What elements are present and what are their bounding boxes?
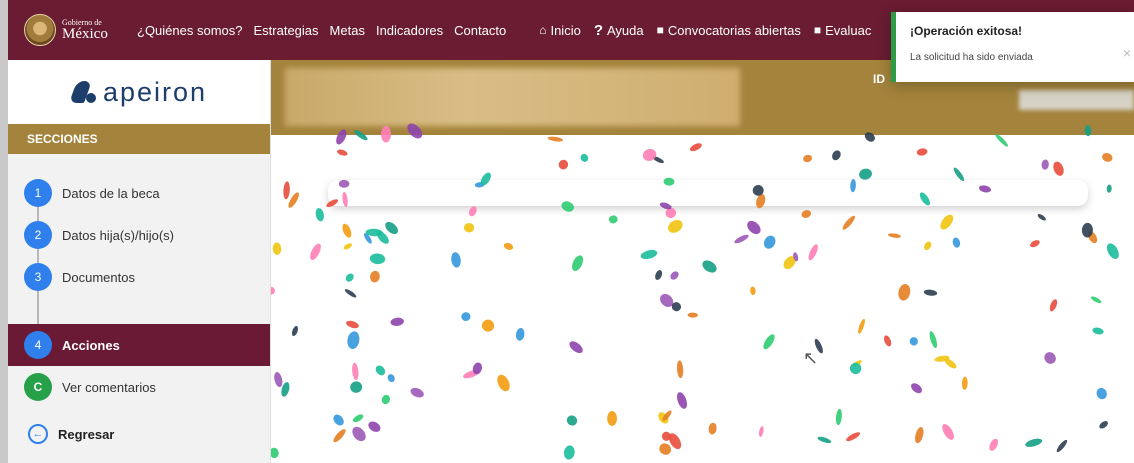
step-number: C [24,373,52,401]
brand-name: apeiron [102,76,208,107]
step-label: Datos hija(s)/hijo(s) [62,227,174,243]
step-number: 3 [24,263,52,291]
toast-message: La solicitud ha sido enviada [910,52,1033,63]
help-icon: ? [593,21,603,39]
app-frame: Gobierno de México ¿Quiénes somos? Estra… [8,0,1134,463]
step-label: Datos de la beca [62,185,160,201]
nav-metas[interactable]: Metas [330,23,365,38]
step-label: Documentos [62,269,135,285]
book-icon: ■ [813,23,822,37]
logo-big-text: México [62,25,108,42]
content-card [328,180,1088,206]
step-number: 1 [24,179,52,207]
mouse-cursor-icon: ↖ [803,348,819,368]
main-content [271,135,1134,463]
main-nav: ¿Quiénes somos? Estrategias Metas Indica… [137,23,506,38]
book-icon: ■ [656,23,664,37]
home-icon: ⌂ [539,23,547,37]
nav-inicio[interactable]: ⌂ Inicio [539,23,581,38]
nav-contacto[interactable]: Contacto [454,23,506,38]
step-documentos[interactable]: 3 Documentos [8,256,270,298]
right-nav: ⌂ Inicio ? Ayuda ■ Convocatorias abierta… [539,22,871,39]
blurred-applicant-info [285,68,740,126]
mexico-seal-icon [24,14,56,46]
nav-convocatorias[interactable]: ■ Convocatorias abiertas [657,23,801,38]
apeiron-brand: apeiron [8,60,270,124]
sections-heading: SECCIONES [8,124,270,154]
steps-list: 1 Datos de la beca 2 Datos hija(s)/hijo(… [8,154,270,408]
gobierno-logo[interactable]: Gobierno de México [24,14,124,46]
nav-quienes-somos[interactable]: ¿Quiénes somos? [137,23,243,38]
nav-estrategias[interactable]: Estrategias [254,23,319,38]
id-label: ID [873,72,885,86]
arrow-left-icon: ← [28,424,48,444]
step-number: 4 [24,331,52,359]
apeiron-logo-icon [68,79,97,105]
step-ver-comentarios[interactable]: C Ver comentarios [8,366,270,408]
blurred-id-value [1019,90,1134,110]
back-label: Regresar [58,426,115,442]
toast-title: ¡Operación exitosa! [910,24,1023,38]
success-toast: ¡Operación exitosa! La solicitud ha sido… [891,12,1134,82]
nav-indicadores[interactable]: Indicadores [376,23,443,38]
step-label: Ver comentarios [62,379,156,395]
nav-evaluacion[interactable]: ■ Evaluac [814,23,872,38]
close-icon[interactable]: × [1123,45,1131,61]
step-datos-hijos[interactable]: 2 Datos hija(s)/hijo(s) [8,214,270,256]
back-button[interactable]: ← Regresar [28,424,114,444]
step-label: Acciones [62,337,120,353]
step-number: 2 [24,221,52,249]
nav-ayuda[interactable]: ? Ayuda [594,22,644,39]
step-datos-beca[interactable]: 1 Datos de la beca [8,172,270,214]
step-acciones[interactable]: 4 Acciones [8,324,270,366]
sidebar: apeiron SECCIONES 1 Datos de la beca 2 D… [8,60,271,463]
